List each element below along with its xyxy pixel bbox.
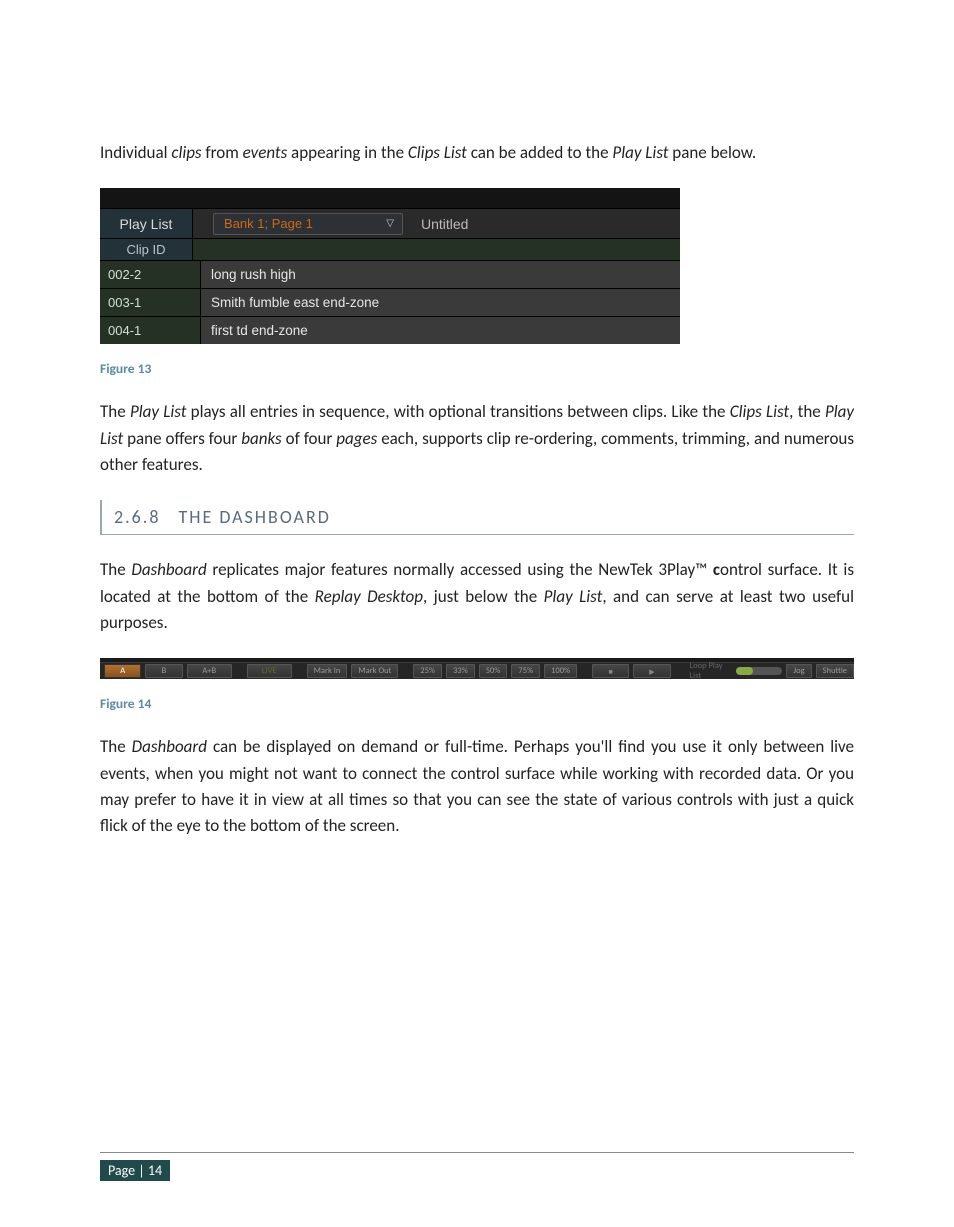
body-paragraph: The Dashboard replicates major features … [100,557,854,636]
footer-rule [100,1152,854,1153]
speed-100-button[interactable]: 100% [544,664,577,678]
playlist-panel: Play List Bank 1; Page 1 ▽ Untitled Clip… [100,188,680,344]
playlist-header-label: Play List [100,208,193,239]
dashboard-bar: A B A+B LIVE Mark In Mark Out 25% 33% 50… [100,658,854,679]
text: replicates major features normally acces… [207,559,713,580]
text-italic: Play List [130,401,186,422]
text: can be displayed on demand or full-time.… [100,736,854,836]
text: , just below the [423,586,544,607]
table-row[interactable]: 003-1 Smith fumble east end-zone [100,288,680,316]
text-italic: Dashboard [132,736,207,757]
clip-id-cell: 003-1 [100,289,201,316]
page-number: Page | 14 [100,1160,170,1181]
shuttle-button[interactable]: Shuttle [816,664,854,678]
playlist-title-field[interactable]: Untitled [421,216,468,232]
text: can be added to the [467,142,613,163]
speed-50-button[interactable]: 50% [479,664,508,678]
text-italic: banks [241,428,281,449]
section-number: 2.6.8 [114,506,160,528]
output-a-button[interactable]: A [104,664,141,678]
clip-desc-cell: long rush high [201,261,680,288]
column-header-empty [193,238,680,260]
loop-playlist-label: Loop Play List [686,661,730,681]
dropdown-icon: ▽ [386,218,394,229]
speed-75-button[interactable]: 75% [511,664,540,678]
speed-25-button[interactable]: 25% [413,664,442,678]
play-button[interactable] [633,664,670,678]
stop-button[interactable] [592,664,629,678]
text: pane offers four [123,428,241,449]
column-header-clip-id: Clip ID [100,238,193,260]
clip-desc-cell: Smith fumble east end-zone [201,289,680,316]
text-italic: Play List [544,586,603,607]
text: , the [789,401,825,422]
text-italic: Clips List [730,401,789,422]
clip-id-cell: 002-2 [100,261,201,288]
figure-caption: Figure 13 [100,360,854,377]
text: plays all entries in sequence, with opti… [186,401,729,422]
text-italic: Play List [612,142,668,163]
text-italic: clips [171,142,201,163]
bank-page-selector[interactable]: Bank 1; Page 1 ▽ [213,213,403,235]
text: from [202,142,243,163]
text: The [100,736,132,757]
table-row[interactable]: 004-1 first td end-zone [100,316,680,344]
intro-paragraph: Individual clips from events appearing i… [100,140,854,166]
text: Individual [100,142,171,163]
live-button[interactable]: LIVE [247,664,292,678]
clip-id-cell: 004-1 [100,317,201,344]
table-row[interactable]: 002-2 long rush high [100,260,680,288]
mark-in-button[interactable]: Mark In [307,664,348,678]
jog-button[interactable]: Jog [786,664,811,678]
clip-desc-cell: first td end-zone [201,317,680,344]
text: The [100,401,130,422]
speed-33-button[interactable]: 33% [446,664,475,678]
text-italic: Replay Desktop [315,586,423,607]
section-heading: 2.6.8 THE DASHBOARD [100,500,854,535]
text-italic: Dashboard [131,559,206,580]
body-paragraph: The Play List plays all entries in seque… [100,399,854,478]
bank-page-label: Bank 1; Page 1 [224,216,313,231]
output-ab-button[interactable]: A+B [187,664,232,678]
text-bold: c [713,559,720,580]
page-footer: Page | 14 [100,1152,854,1181]
section-title: THE DASHBOARD [178,506,330,528]
text: The [100,559,131,580]
text-italic: Clips List [408,142,467,163]
text-italic: pages [336,428,377,449]
mark-out-button[interactable]: Mark Out [351,664,398,678]
body-paragraph: The Dashboard can be displayed on demand… [100,734,854,839]
text: pane below. [668,142,756,163]
output-b-button[interactable]: B [145,664,182,678]
text: of four [282,428,337,449]
text: appearing in the [287,142,408,163]
speed-slider[interactable] [736,667,783,675]
text-italic: events [243,142,288,163]
figure-caption: Figure 14 [100,695,854,712]
